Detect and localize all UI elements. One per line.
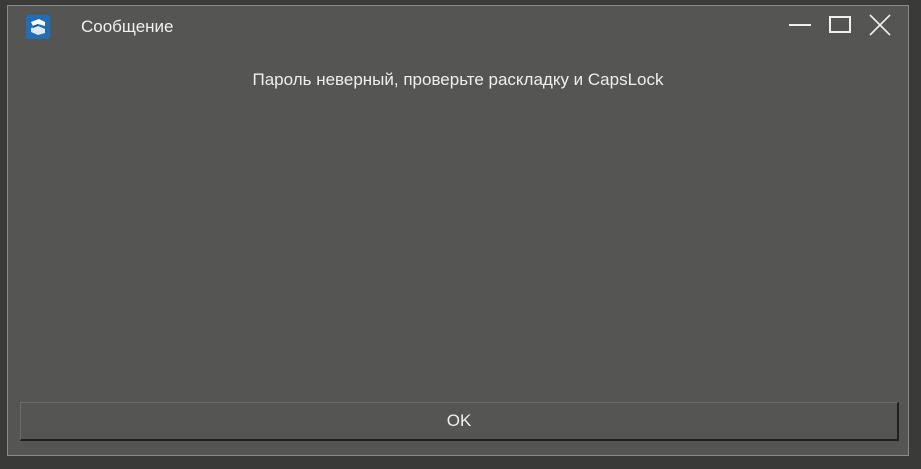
title-bar[interactable]: Сообщение — [8, 6, 908, 48]
ok-button[interactable]: OK — [20, 402, 899, 441]
close-button[interactable] — [863, 10, 897, 44]
maximize-button[interactable] — [823, 10, 857, 44]
minimize-button[interactable] — [783, 10, 817, 44]
window-title: Сообщение — [81, 17, 174, 36]
ok-button-label: OK — [446, 411, 472, 430]
message-dialog-window: Сообщение Пароль неверный, проверьте рас… — [7, 5, 909, 456]
maximize-icon — [829, 14, 851, 41]
minimize-icon — [789, 14, 811, 41]
dialog-message: Пароль неверный, проверьте раскладку и C… — [252, 70, 664, 89]
app-logo-icon — [26, 15, 50, 39]
close-icon — [869, 13, 891, 41]
